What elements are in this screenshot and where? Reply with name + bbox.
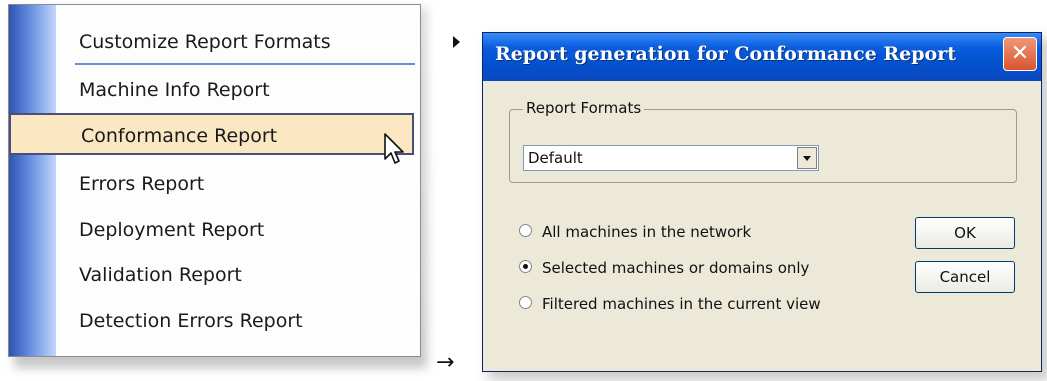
mouse-cursor-icon [384,133,404,164]
menu-item-label: Errors Report [79,173,205,195]
close-icon: ✕ [1010,41,1030,66]
menu-item-deployment-report[interactable]: Deployment Report [69,209,409,251]
ok-button[interactable]: OK [915,217,1015,249]
chevron-down-icon[interactable] [797,147,817,169]
radio-label: Selected machines or domains only [542,259,810,277]
report-format-value: Default [528,149,583,167]
menu-item-errors-report[interactable]: Errors Report [69,163,409,205]
radio-button[interactable] [519,296,532,309]
menu-item-conformance-report[interactable]: Conformance Report [9,113,414,155]
menu-item-detection-errors-report[interactable]: Detection Errors Report [69,300,409,342]
report-context-menu: Customize Report Formats Machine Info Re… [8,4,460,357]
menu-item-label: Detection Errors Report [79,310,303,332]
menu-item-label: Conformance Report [81,125,278,147]
flow-arrow: → [436,350,455,375]
close-button[interactable]: ✕ [1003,37,1037,71]
submenu-arrow-icon [453,36,460,48]
menu-item-machine-info-report[interactable]: Machine Info Report [69,69,409,111]
report-generation-dialog: Report generation for Conformance Report… [482,32,1042,372]
radio-button-checked[interactable] [519,260,532,273]
dialog-client-area: Report Formats Default All machines in t… [487,81,1037,367]
menu-separator [75,63,415,65]
radio-filtered-machines[interactable]: Filtered machines in the current view [519,293,821,315]
menu-item-label: Machine Info Report [79,79,270,101]
menu-item-label: Deployment Report [79,219,265,241]
dialog-titlebar[interactable]: Report generation for Conformance Report… [483,33,1041,81]
radio-selected-machines[interactable]: Selected machines or domains only [519,257,809,279]
dialog-title: Report generation for Conformance Report [495,43,956,65]
menu-side-strip [9,5,56,356]
report-format-dropdown[interactable]: Default [523,145,819,171]
cancel-button[interactable]: Cancel [915,261,1015,293]
report-formats-label: Report Formats [523,99,645,117]
radio-label: All machines in the network [542,223,752,241]
menu-item-customize-report-formats[interactable]: Customize Report Formats [69,21,460,63]
menu-item-label: Validation Report [79,264,242,286]
menu-item-validation-report[interactable]: Validation Report [69,254,409,296]
radio-all-machines[interactable]: All machines in the network [519,221,751,243]
radio-label: Filtered machines in the current view [542,295,821,313]
radio-button[interactable] [519,224,532,237]
menu-item-label: Customize Report Formats [79,31,331,53]
